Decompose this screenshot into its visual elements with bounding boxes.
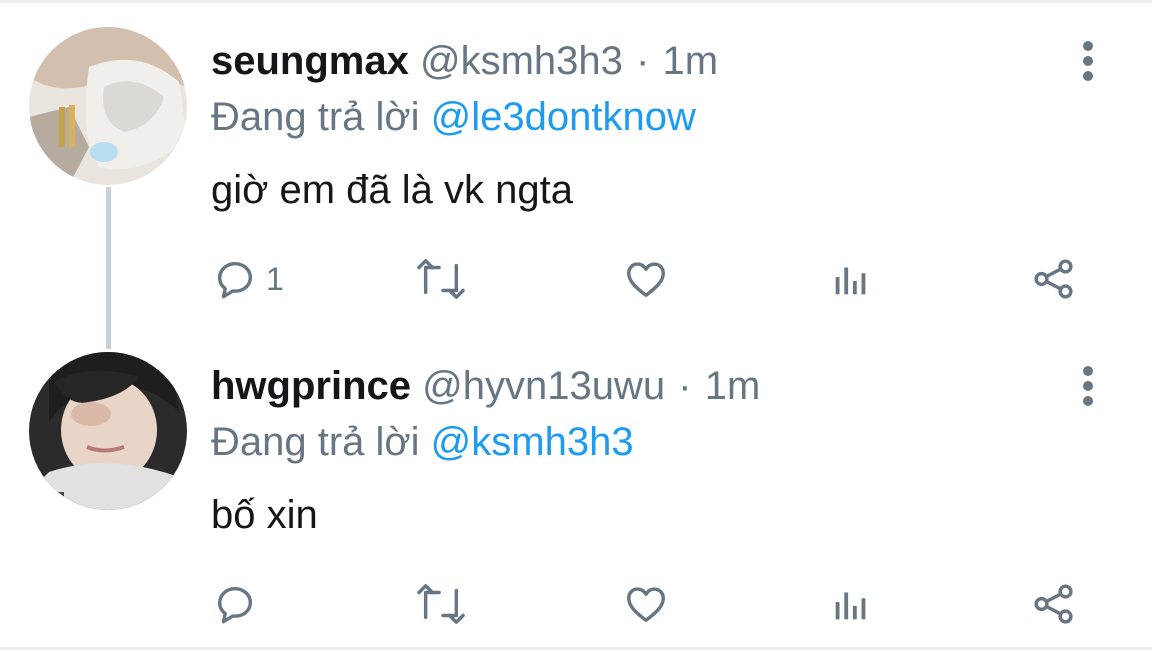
share-icon (1034, 259, 1073, 299)
reply-button[interactable] (212, 574, 266, 634)
tweet-text: giờ em đã là vk ngta (211, 168, 573, 212)
more-options-icon[interactable] (1076, 364, 1100, 408)
timestamp[interactable]: 1m (662, 39, 718, 83)
heart-icon (627, 262, 665, 298)
tweet-header: seungmax @ksmh3h3 · 1m (211, 35, 718, 87)
mention-link[interactable]: @ksmh3h3 (431, 420, 634, 464)
share-button[interactable] (1030, 574, 1078, 634)
like-button[interactable] (623, 249, 669, 309)
tweet-text: bố xin (211, 493, 318, 537)
share-button[interactable] (1030, 249, 1078, 309)
retweet-button[interactable] (413, 574, 469, 634)
retweet-icon (417, 584, 465, 624)
mention-link[interactable]: @le3dontknow (431, 95, 696, 139)
user-handle[interactable]: @hyvn13uwu (422, 364, 665, 408)
display-name[interactable]: hwgprince (211, 364, 411, 408)
like-button[interactable] (623, 574, 669, 634)
separator: · (678, 364, 692, 408)
reply-count: 1 (266, 261, 284, 297)
avatar[interactable] (29, 352, 187, 510)
tweet[interactable]: hwgprince @hyvn13uwu · 1m Đang trả lời @… (0, 328, 1152, 650)
timestamp[interactable]: 1m (705, 364, 761, 408)
analytics-button[interactable] (828, 249, 874, 309)
replying-to-label: Đang trả lời (211, 420, 420, 464)
heart-icon (627, 587, 665, 623)
reply-button[interactable]: 1 (212, 249, 284, 309)
tweet-actions: 1 (0, 249, 1152, 309)
tweet-actions (0, 574, 1152, 634)
retweet-icon (417, 259, 465, 299)
reply-icon (217, 261, 253, 299)
analytics-button[interactable] (828, 574, 874, 634)
tweet[interactable]: seungmax @ksmh3h3 · 1m Đang trả lời @le3… (0, 3, 1152, 328)
replying-to: Đang trả lời @ksmh3h3 (211, 416, 634, 468)
user-handle[interactable]: @ksmh3h3 (420, 39, 623, 83)
display-name[interactable]: seungmax (211, 39, 409, 83)
separator: · (636, 39, 650, 83)
analytics-icon (835, 267, 866, 295)
tweet-header: hwgprince @hyvn13uwu · 1m (211, 360, 760, 412)
reply-icon (217, 586, 253, 624)
replying-to-label: Đang trả lời (211, 95, 420, 139)
analytics-icon (835, 592, 866, 620)
tweet-thread: seungmax @ksmh3h3 · 1m Đang trả lời @le3… (0, 0, 1152, 650)
more-options-icon[interactable] (1076, 39, 1100, 83)
replying-to: Đang trả lời @le3dontknow (211, 91, 696, 143)
share-icon (1034, 584, 1073, 624)
retweet-button[interactable] (413, 249, 469, 309)
avatar[interactable] (29, 27, 187, 185)
